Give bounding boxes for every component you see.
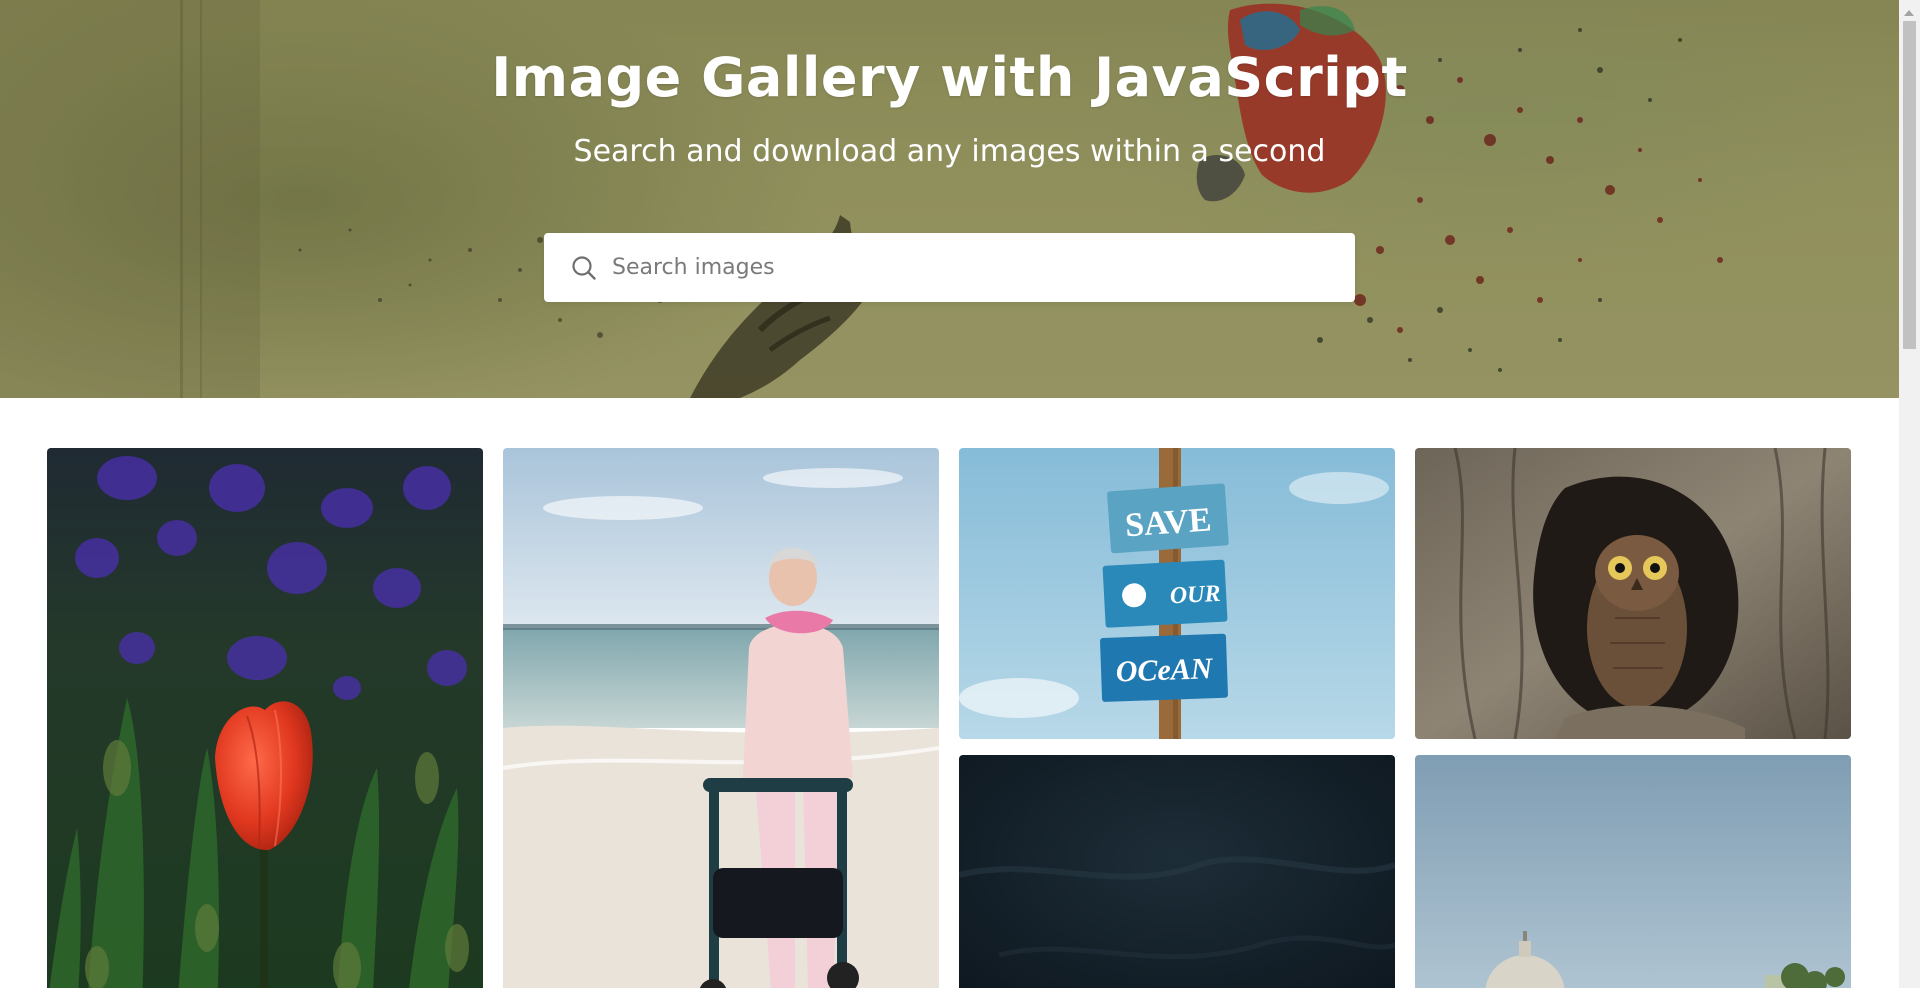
page: Image Gallery with JavaScript Search and… <box>0 0 1920 988</box>
tulip-image <box>47 448 483 988</box>
page-scrollbar[interactable] <box>1899 0 1920 988</box>
search-icon <box>572 256 596 280</box>
scrollbar-thumb[interactable] <box>1903 21 1916 349</box>
gallery-card-dark[interactable] <box>959 755 1395 988</box>
gallery-card-city[interactable] <box>1415 755 1851 988</box>
owl-image <box>1415 448 1851 739</box>
gallery-card-ocean-sign[interactable]: SAVE OUR OCeAN <box>959 448 1395 739</box>
page-subtitle: Search and download any images within a … <box>573 134 1326 169</box>
gallery-card-owl[interactable] <box>1415 448 1851 739</box>
svg-text:OCeAN: OCeAN <box>1115 652 1214 688</box>
ocean-sign-image: SAVE OUR OCeAN <box>959 448 1395 739</box>
dark-texture-image <box>959 755 1395 988</box>
search-input[interactable] <box>612 233 1332 302</box>
scroll-up-arrow-icon[interactable] <box>1904 10 1914 16</box>
woman-beach-image <box>503 448 939 988</box>
search-box <box>544 233 1355 302</box>
page-title: Image Gallery with JavaScript <box>491 46 1408 109</box>
hero-banner: Image Gallery with JavaScript Search and… <box>0 0 1899 398</box>
svg-text:SAVE: SAVE <box>1124 501 1213 544</box>
svg-text:OUR: OUR <box>1169 581 1221 610</box>
gallery-card-woman-beach[interactable] <box>503 448 939 988</box>
gallery-card-tulip[interactable] <box>47 448 483 988</box>
city-dome-image <box>1415 755 1851 988</box>
